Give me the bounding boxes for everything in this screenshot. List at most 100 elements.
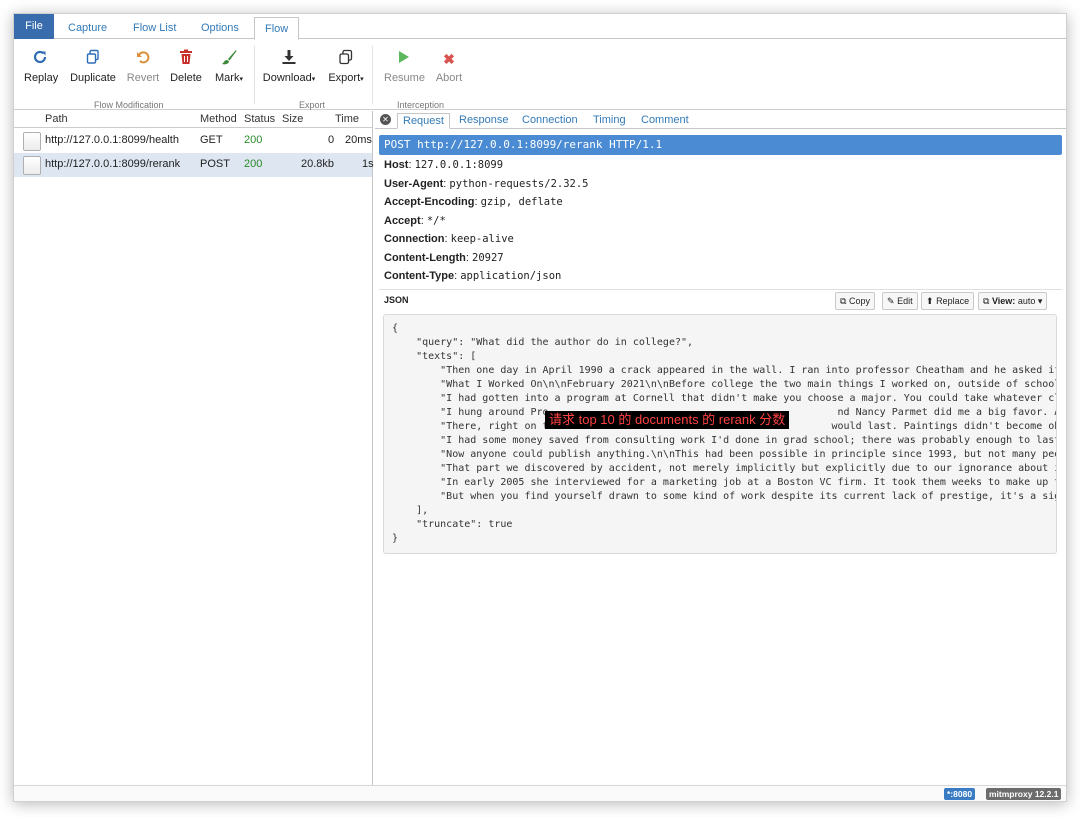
- copy-button[interactable]: ⧉ Copy: [835, 292, 875, 310]
- upload-icon: ⬆: [926, 296, 934, 306]
- mitmproxy-window: File Capture Flow List Options Flow Repl…: [13, 13, 1067, 802]
- json-line: }: [392, 533, 399, 544]
- header-row: Content-Type: application/json: [384, 270, 562, 282]
- tab-connection[interactable]: Connection: [522, 113, 578, 129]
- header-row: Accept: */*: [384, 215, 446, 227]
- tab-options[interactable]: Options: [201, 17, 239, 39]
- flow-path: http://127.0.0.1:8099/rerank: [45, 158, 181, 170]
- version-badge: mitmproxy 12.2.1: [986, 788, 1062, 800]
- header-row: Content-Length: 20927: [384, 252, 504, 264]
- json-line: "That part we discovered by accident, no…: [392, 463, 1057, 474]
- request-line[interactable]: POST http://127.0.0.1:8099/rerank HTTP/1…: [379, 135, 1062, 155]
- json-line: ],: [392, 505, 429, 516]
- json-line: "texts": [: [392, 351, 477, 362]
- replay-button[interactable]: Replay: [24, 49, 58, 84]
- tab-flow[interactable]: Flow: [254, 17, 300, 40]
- abort-button[interactable]: ✖ Abort: [434, 49, 464, 84]
- flow-row[interactable]: http://127.0.0.1:8099/health GET 200 0 2…: [14, 129, 372, 153]
- json-line: {: [392, 323, 399, 334]
- column-method[interactable]: Method: [200, 113, 237, 125]
- edit-icon: ✎: [887, 296, 895, 306]
- replace-button[interactable]: ⬆ Replace: [921, 292, 975, 310]
- tab-file[interactable]: File: [14, 14, 54, 39]
- download-icon: [262, 49, 316, 69]
- view-mode-dropdown[interactable]: ⧉ View: auto ▾: [978, 292, 1048, 310]
- tab-request[interactable]: Request: [397, 113, 450, 129]
- json-line: "query": "What did the author do in coll…: [392, 337, 694, 348]
- column-time[interactable]: Time: [335, 113, 359, 125]
- json-line: "In early 2005 she interviewed for a mar…: [392, 477, 1057, 488]
- export-icon: [326, 49, 366, 69]
- header-row: Connection: keep-alive: [384, 233, 514, 245]
- tab-flow-list[interactable]: Flow List: [133, 17, 176, 39]
- json-body-viewer[interactable]: { "query": "What did the author do in co…: [383, 314, 1057, 554]
- revert-icon: [125, 49, 161, 69]
- trash-icon: [169, 49, 203, 69]
- mark-button[interactable]: Mark▾: [212, 49, 246, 84]
- column-path[interactable]: Path: [45, 113, 68, 125]
- resume-button[interactable]: Resume: [384, 49, 425, 84]
- header-row: User-Agent: python-requests/2.32.5: [384, 178, 589, 190]
- json-line: "What I Worked On\n\nFebruary 2021\n\nBe…: [392, 379, 1057, 390]
- flow-status: 200: [244, 134, 263, 146]
- paintbrush-icon: [212, 49, 246, 69]
- json-line: "But when you find yourself drawn to som…: [392, 491, 1057, 502]
- tab-comment[interactable]: Comment: [641, 113, 689, 129]
- flow-method: POST: [200, 158, 230, 170]
- flow-status: 200: [244, 158, 263, 170]
- duplicate-button[interactable]: Duplicate: [68, 49, 118, 84]
- chevron-down-icon: ▾: [239, 76, 243, 83]
- flow-toolbar: Replay Duplicate Revert Delete Mark▾ Dow…: [14, 39, 1066, 110]
- menu-tab-bar: File Capture Flow List Options Flow: [14, 14, 1066, 40]
- export-button[interactable]: Export▾: [326, 49, 366, 84]
- caption-overlay: 请求 top 10 的 documents 的 rerank 分数: [545, 411, 790, 429]
- header-row: Host: 127.0.0.1:8099: [384, 159, 504, 171]
- edit-button[interactable]: ✎ Edit: [882, 292, 918, 310]
- chevron-down-icon: ▾: [360, 76, 364, 83]
- column-status[interactable]: Status: [244, 113, 275, 125]
- flow-type-icon: [23, 132, 41, 151]
- revert-button[interactable]: Revert: [125, 49, 161, 84]
- play-icon: [384, 49, 424, 69]
- header-row: Accept-Encoding: gzip, deflate: [384, 196, 563, 208]
- chevron-down-icon: ▾: [311, 76, 316, 83]
- download-button[interactable]: Download▾: [262, 49, 316, 84]
- json-line: "truncate": true: [392, 519, 513, 530]
- close-icon[interactable]: ✕: [380, 114, 391, 125]
- flow-type-icon: [23, 156, 41, 175]
- detail-tab-bar: ✕ Request Response Connection Timing Com…: [375, 111, 1066, 129]
- listen-port-badge: *:8080: [944, 788, 976, 800]
- group-label-interception: Interception: [397, 100, 445, 110]
- view-icon: ⧉: [983, 296, 990, 306]
- ribbon-divider: [254, 46, 255, 104]
- column-size[interactable]: Size: [282, 113, 303, 125]
- flow-time: 1s: [362, 158, 374, 170]
- replay-icon: [24, 49, 56, 69]
- copy-icon: ⧉: [840, 296, 847, 306]
- divider: [379, 289, 1062, 290]
- chevron-down-icon: ▾: [1037, 296, 1043, 306]
- flow-path: http://127.0.0.1:8099/health: [45, 134, 179, 146]
- group-label-export: Export: [299, 100, 326, 110]
- ribbon-divider: [372, 46, 373, 104]
- delete-button[interactable]: Delete: [169, 49, 203, 84]
- json-line: "Then one day in April 1990 a crack appe…: [392, 365, 1057, 376]
- group-label-flow-modification: Flow Modification: [94, 100, 164, 110]
- status-bar: *:8080 mitmproxy 12.2.1: [14, 785, 1066, 801]
- abort-icon: ✖: [443, 51, 455, 67]
- flow-time: 20ms: [345, 134, 372, 146]
- flow-method: GET: [200, 134, 223, 146]
- flow-list: Path Method Status Size Time http://127.…: [14, 111, 374, 787]
- tab-capture[interactable]: Capture: [68, 17, 107, 39]
- json-line: "I had some money saved from consulting …: [392, 435, 1057, 446]
- flow-list-header: Path Method Status Size Time: [14, 111, 372, 128]
- duplicate-icon: [68, 49, 118, 69]
- json-line: "I had gotten into a program at Cornell …: [392, 393, 1057, 404]
- flow-size: 20.8kb: [301, 158, 335, 170]
- flow-row-selected[interactable]: http://127.0.0.1:8099/rerank POST 200 20…: [14, 153, 374, 177]
- json-line: "Now anyone could publish anything.\n\nT…: [392, 449, 1057, 460]
- tab-timing[interactable]: Timing: [593, 113, 626, 129]
- tab-response[interactable]: Response: [459, 113, 509, 129]
- flow-size: 0: [328, 134, 335, 146]
- body-content-type: JSON: [384, 295, 409, 305]
